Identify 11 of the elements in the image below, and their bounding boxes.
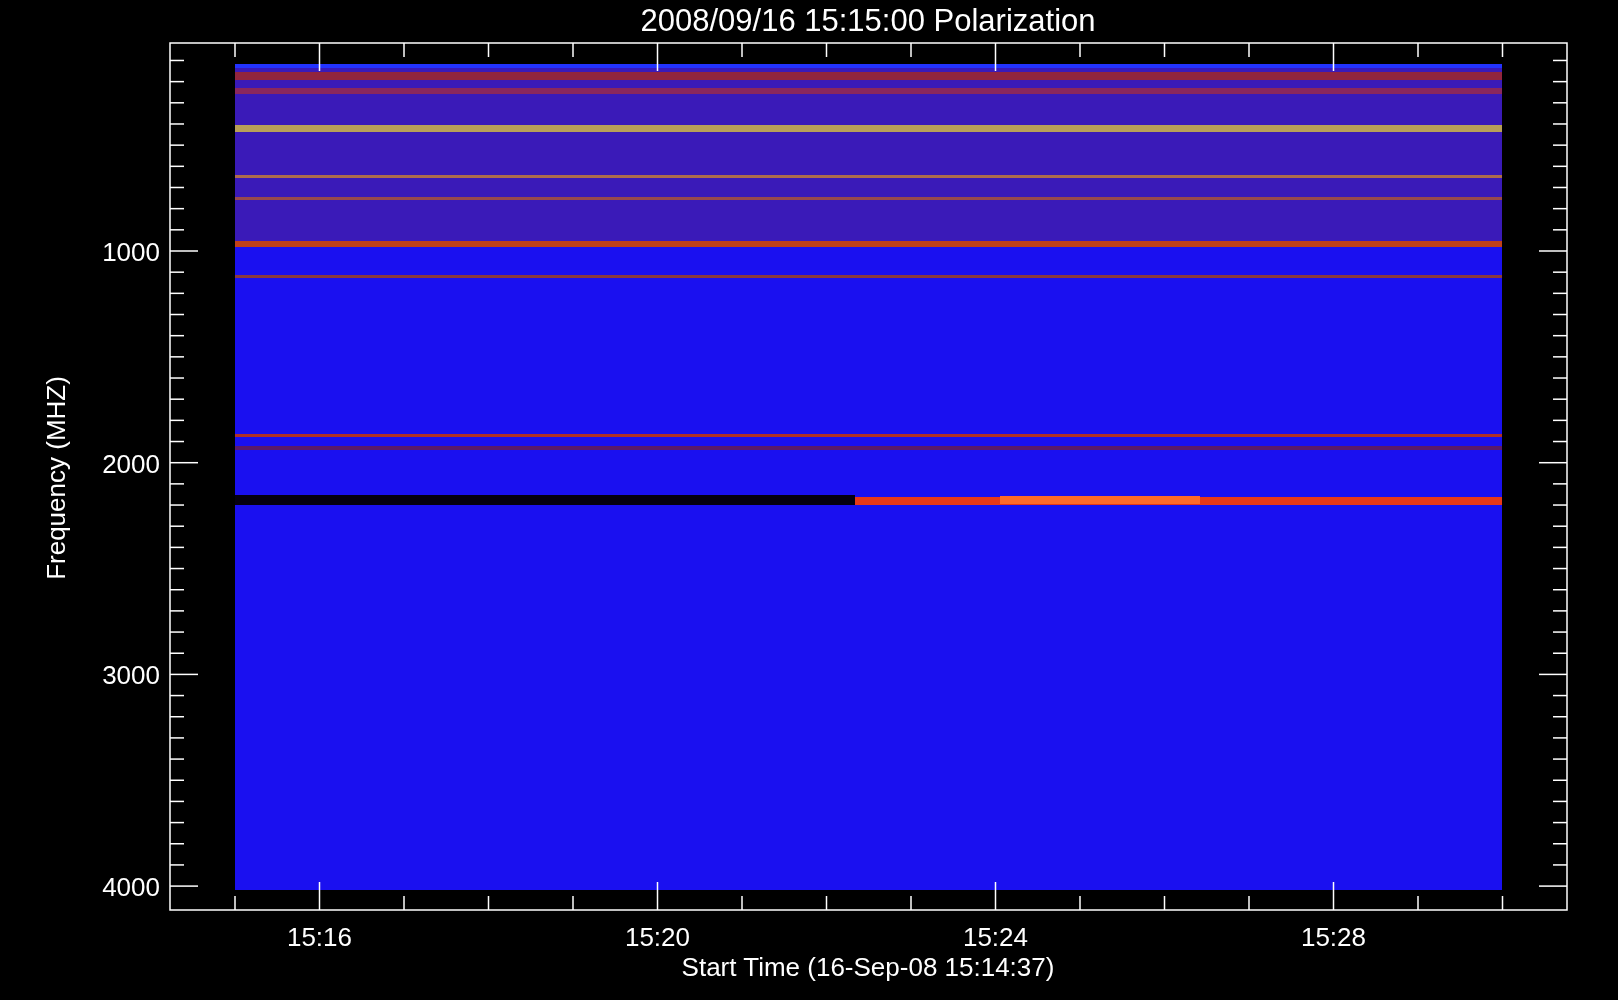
y-axis-label: Frequency (MHZ) [41,376,71,580]
x-tick-label: 15:16 [286,922,353,952]
x-tick-label: 15:24 [962,922,1029,952]
y-tick-label: 2000 [102,448,160,479]
chart-title: 2008/09/16 15:15:00 Polarization [640,3,1096,38]
x-axis-label: Start Time (16-Sep-08 15:14:37) [681,952,1055,982]
y-tick-label: 3000 [102,660,160,691]
x-tick-label: 15:28 [1300,922,1367,952]
y-tick-label: 1000 [102,237,160,267]
x-tick-label: 15:20 [624,922,691,952]
y-tick-label: 4000 [102,872,160,903]
